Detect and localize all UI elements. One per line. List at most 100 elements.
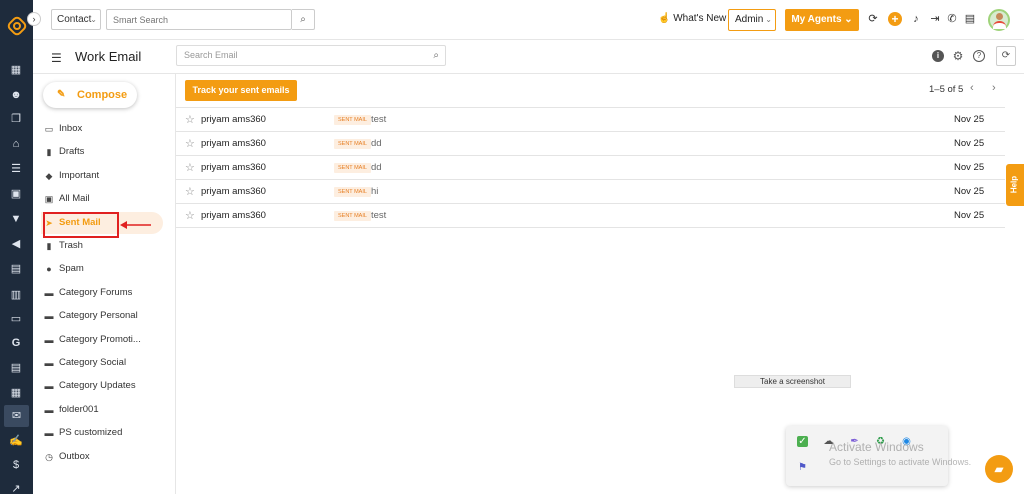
all-mail-icon: ▣: [44, 194, 54, 204]
sidebar-folder-category-personal[interactable]: ▬ Category Personal: [41, 305, 166, 327]
sidebar-folder-label: Category Updates: [59, 380, 136, 391]
sidebar-folder-category-updates[interactable]: ▬ Category Updates: [41, 375, 166, 397]
mail-subject: test: [371, 210, 387, 221]
my-agents-button[interactable]: My Agents ⌄: [785, 9, 859, 31]
next-page-icon[interactable]: ›: [992, 82, 996, 94]
prev-page-icon[interactable]: ‹: [970, 82, 974, 94]
sidebar-folder-spam[interactable]: ● Spam: [41, 258, 166, 280]
list-icon[interactable]: ☰: [9, 162, 23, 176]
sidebar-folder-inbox[interactable]: ▭ Inbox: [41, 118, 166, 140]
dollar-icon[interactable]: $: [9, 458, 23, 472]
folder-open-icon[interactable]: ▭: [9, 312, 23, 326]
whats-new-label: What's New: [673, 13, 727, 24]
forms-icon[interactable]: ▤: [9, 361, 23, 375]
app-logo: [7, 16, 27, 36]
email-search-input[interactable]: Search Email ⌕: [176, 45, 446, 66]
mail-date: Nov 25: [954, 186, 985, 197]
context-select-value: Contact: [57, 14, 92, 25]
contacts-icon[interactable]: ☻: [9, 88, 23, 102]
folder-icon: ▬: [44, 405, 54, 415]
star-icon[interactable]: ☆: [185, 108, 195, 132]
pencil-icon: ✎: [57, 89, 66, 100]
calendar-icon[interactable]: ▦: [9, 386, 23, 400]
menu-icon[interactable]: ☰: [51, 51, 62, 65]
filter-icon[interactable]: ▼: [9, 212, 23, 226]
sent-mail-badge: SENT MAIL: [334, 187, 371, 197]
email-icon[interactable]: ✉: [4, 405, 29, 427]
mail-date: Nov 25: [954, 138, 985, 149]
mail-row[interactable]: ☆ priyam ams360 SENT MAIL test Nov 25: [176, 204, 1005, 228]
folder-icon: ▬: [44, 288, 54, 298]
mail-date: Nov 25: [954, 210, 985, 221]
compose-label: Compose: [77, 89, 128, 101]
megaphone-icon[interactable]: ◀: [9, 237, 23, 251]
signature-icon[interactable]: ✍: [9, 434, 23, 448]
teams-icon[interactable]: ⚑: [797, 462, 808, 473]
sidebar-folder-label: PS customized: [59, 427, 123, 438]
google-icon[interactable]: G: [9, 336, 23, 350]
sidebar-folder-category-promoti[interactable]: ▬ Category Promoti...: [41, 329, 166, 351]
sync-icon[interactable]: ⟳: [867, 13, 879, 25]
clipboard-icon[interactable]: ▤: [964, 13, 976, 25]
sidebar-folder-category-social[interactable]: ▬ Category Social: [41, 352, 166, 374]
whats-new-link[interactable]: ☝ What's New: [658, 13, 726, 24]
chart-icon[interactable]: ↗: [9, 482, 23, 494]
track-sent-emails-button[interactable]: Track your sent emails: [185, 80, 297, 101]
user-avatar[interactable]: [988, 9, 1010, 31]
folder-icon: ▬: [44, 381, 54, 391]
reports-icon[interactable]: ▥: [9, 288, 23, 302]
mail-row[interactable]: ☆ priyam ams360 SENT MAIL dd Nov 25: [176, 156, 1005, 180]
documents-icon[interactable]: ❐: [9, 112, 23, 126]
bell-icon[interactable]: ♪: [910, 13, 922, 25]
mail-sender: priyam ams360: [201, 138, 266, 149]
sidebar-folder-important[interactable]: ◆ Important: [41, 165, 166, 187]
mail-row[interactable]: ☆ priyam ams360 SENT MAIL dd Nov 25: [176, 132, 1005, 156]
sidebar-folder-ps-customized[interactable]: ▬ PS customized: [41, 422, 166, 444]
help-icon[interactable]: ?: [973, 50, 985, 62]
gear-icon[interactable]: ⚙: [952, 50, 964, 62]
shield-check-icon[interactable]: ✓: [797, 436, 808, 447]
sidebar-folder-label: Category Promoti...: [59, 334, 141, 345]
notes-icon[interactable]: ▤: [9, 262, 23, 276]
admin-select[interactable]: Admin ⌄: [728, 9, 776, 31]
smart-search-input[interactable]: [106, 9, 292, 30]
compose-button[interactable]: ✎ Compose: [43, 82, 137, 108]
email-search-placeholder: Search Email: [184, 50, 238, 60]
search-icon[interactable]: ⌕: [433, 46, 439, 65]
add-icon[interactable]: +: [888, 12, 902, 26]
star-icon[interactable]: ☆: [185, 180, 195, 204]
sidebar-folder-folder001[interactable]: ▬ folder001: [41, 399, 166, 421]
phone-icon[interactable]: ✆: [946, 13, 958, 25]
mail-row[interactable]: ☆ priyam ams360 SENT MAIL hi Nov 25: [176, 180, 1005, 204]
info-icon[interactable]: i: [932, 50, 944, 62]
contact-card-icon[interactable]: ▣: [9, 187, 23, 201]
left-rail: › ▦ ☻ ❐ ⌂ ☰ ▣ ▼ ◀ ▤ ▥ ▭ G ▤ ▦ ✉ ✍ $ ↗: [0, 0, 41, 494]
star-icon[interactable]: ☆: [185, 132, 195, 156]
help-tab-label: Help: [1009, 175, 1019, 194]
search-icon[interactable]: ⌕: [292, 9, 315, 30]
sidebar-folder-category-forums[interactable]: ▬ Category Forums: [41, 282, 166, 304]
sidebar-folder-label: All Mail: [59, 193, 90, 204]
star-icon[interactable]: ☆: [185, 204, 195, 228]
logout-icon[interactable]: ⇥: [929, 13, 941, 25]
sidebar-folder-trash[interactable]: ▮ Trash: [41, 235, 166, 257]
sidebar-folder-label: Category Social: [59, 357, 127, 368]
sidebar-folder-label: Important: [59, 170, 100, 181]
refresh-button[interactable]: ⟳: [996, 46, 1016, 66]
folder-icon: ▬: [44, 335, 54, 345]
trash-icon: ▮: [46, 241, 52, 251]
context-select[interactable]: Contact ⌄: [51, 9, 101, 30]
sidebar-folder-outbox[interactable]: ◷ Outbox: [41, 446, 166, 468]
collapse-rail-button[interactable]: ›: [27, 12, 41, 26]
sidebar-folder-label: folder001: [59, 404, 99, 415]
dashboard-icon[interactable]: ▦: [9, 63, 23, 77]
sidebar-folder-label: Inbox: [59, 123, 83, 134]
sidebar-folder-drafts[interactable]: ▮ Drafts: [41, 141, 166, 163]
mail-row[interactable]: ☆ priyam ams360 SENT MAIL test Nov 25: [176, 108, 1005, 132]
app-root: › ▦ ☻ ❐ ⌂ ☰ ▣ ▼ ◀ ▤ ▥ ▭ G ▤ ▦ ✉ ✍ $ ↗ Co…: [0, 0, 1024, 494]
sidebar-folder-all-mail[interactable]: ▣ All Mail: [41, 188, 166, 210]
help-tab[interactable]: Help: [1006, 164, 1024, 206]
bank-icon[interactable]: ⌂: [9, 137, 23, 151]
chat-icon[interactable]: ▰: [985, 455, 1013, 483]
star-icon[interactable]: ☆: [185, 156, 195, 180]
